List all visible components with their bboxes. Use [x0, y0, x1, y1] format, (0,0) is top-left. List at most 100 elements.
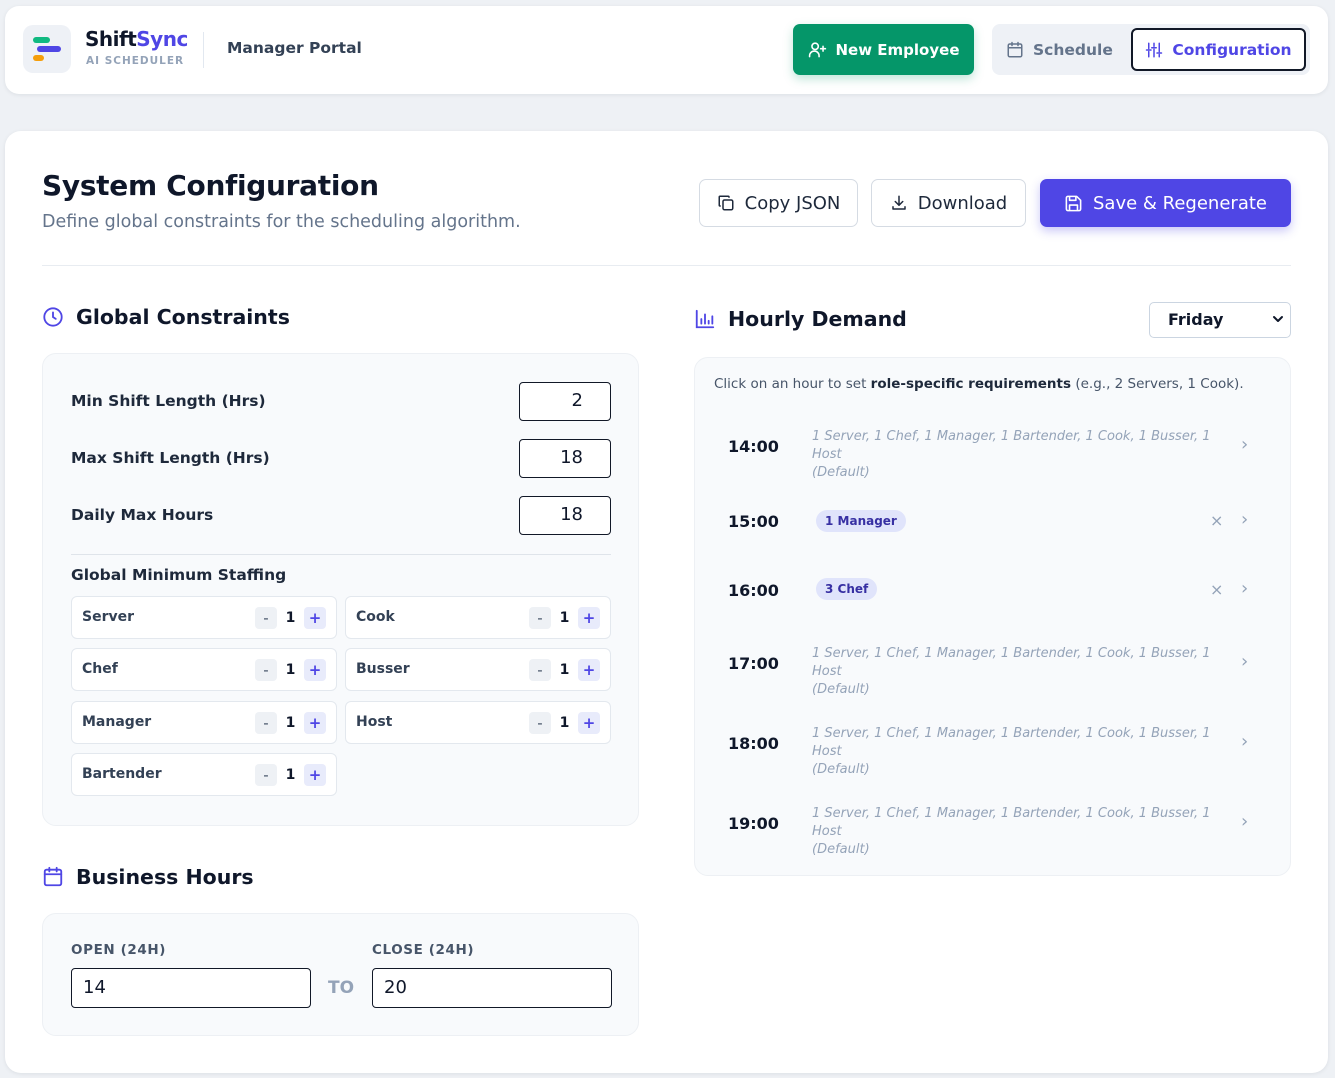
increment-button[interactable]: +: [578, 659, 600, 681]
increment-button[interactable]: +: [304, 712, 326, 734]
save-icon: [1065, 195, 1082, 211]
global-constraints-panel: Min Shift Length (Hrs) 2 Max Shift Lengt…: [42, 353, 639, 826]
global-constraints-title: Global Constraints: [76, 305, 290, 329]
tab-schedule[interactable]: Schedule: [1006, 24, 1113, 75]
role-name: Bartender: [82, 766, 162, 782]
daily-max-label: Daily Max Hours: [71, 506, 214, 524]
to-label: TO: [328, 978, 355, 998]
staffing-card-host: Host - 1 +: [345, 701, 611, 744]
demand-row-14[interactable]: 14:00 1 Server, 1 Chef, 1 Manager, 1 Bar…: [695, 428, 1291, 480]
hour-time: 18:00: [728, 734, 779, 753]
decrement-button[interactable]: -: [255, 607, 277, 629]
default-requirements: 1 Server, 1 Chef, 1 Manager, 1 Bartender…: [812, 429, 1211, 480]
close-icon[interactable]: ×: [1210, 511, 1223, 530]
business-hours-heading: Business Hours: [42, 865, 254, 889]
close-hour-input[interactable]: 20: [372, 968, 612, 1008]
configuration-card: System Configuration Define global const…: [5, 131, 1328, 1073]
staffing-divider: [71, 554, 611, 555]
logo: [23, 25, 71, 73]
download-button[interactable]: Download: [871, 179, 1026, 227]
role-count: 1: [285, 715, 296, 731]
open-hour-input[interactable]: 14: [71, 968, 311, 1008]
copy-json-button[interactable]: Copy JSON: [699, 179, 858, 227]
role-stepper: - 1 +: [529, 712, 600, 734]
role-count: 1: [285, 767, 296, 783]
day-select[interactable]: Friday: [1149, 302, 1291, 338]
calendar-icon: [1007, 41, 1023, 57]
app-header: ShiftSync AI SCHEDULER Manager Portal Ne…: [5, 6, 1328, 94]
view-switcher: Schedule Configuration: [992, 24, 1310, 75]
new-employee-button[interactable]: New Employee: [793, 24, 974, 75]
hour-time: 19:00: [728, 814, 779, 833]
copy-icon: [718, 195, 734, 211]
decrement-button[interactable]: -: [255, 712, 277, 734]
min-shift-label: Min Shift Length (Hrs): [71, 392, 266, 410]
header-divider-line: [42, 265, 1291, 266]
chevron-right-icon: ›: [1241, 811, 1249, 832]
save-regenerate-button[interactable]: Save & Regenerate: [1040, 179, 1291, 227]
chevron-right-icon: ›: [1241, 578, 1249, 599]
staffing-heading: Global Minimum Staffing: [71, 566, 287, 584]
demand-row-16[interactable]: 16:00 3 Chef × ›: [695, 578, 1291, 608]
close-label: CLOSE (24H): [372, 942, 475, 958]
global-constraints-heading: Global Constraints: [42, 305, 290, 329]
max-shift-label: Max Shift Length (Hrs): [71, 449, 270, 467]
max-shift-input[interactable]: 18: [519, 439, 611, 478]
bar-chart-icon: [695, 309, 715, 329]
save-regenerate-label: Save & Regenerate: [1093, 192, 1267, 214]
decrement-button[interactable]: -: [255, 764, 277, 786]
decrement-button[interactable]: -: [255, 659, 277, 681]
increment-button[interactable]: +: [578, 607, 600, 629]
increment-button[interactable]: +: [304, 764, 326, 786]
hour-time: 15:00: [728, 512, 779, 531]
tab-configuration[interactable]: Configuration: [1131, 28, 1306, 71]
role-count: 1: [559, 715, 570, 731]
role-name: Host: [356, 714, 393, 730]
role-name: Server: [82, 609, 135, 625]
default-requirements: 1 Server, 1 Chef, 1 Manager, 1 Bartender…: [812, 806, 1211, 857]
chevron-down-icon: [1272, 303, 1284, 351]
role-name: Busser: [356, 661, 410, 677]
page-subtitle: Define global constraints for the schedu…: [42, 212, 521, 232]
demand-row-17[interactable]: 17:00 1 Server, 1 Chef, 1 Manager, 1 Bar…: [695, 645, 1291, 697]
new-employee-label: New Employee: [835, 40, 960, 59]
increment-button[interactable]: +: [304, 607, 326, 629]
tab-schedule-label: Schedule: [1033, 40, 1113, 59]
increment-button[interactable]: +: [304, 659, 326, 681]
decrement-button[interactable]: -: [529, 659, 551, 681]
role-stepper: - 1 +: [255, 712, 326, 734]
default-requirements: 1 Server, 1 Chef, 1 Manager, 1 Bartender…: [812, 646, 1211, 697]
open-label: OPEN (24H): [71, 942, 167, 958]
default-requirements: 1 Server, 1 Chef, 1 Manager, 1 Bartender…: [812, 726, 1211, 777]
min-shift-input[interactable]: 2: [519, 382, 611, 421]
chevron-right-icon: ›: [1241, 509, 1249, 530]
role-count: 1: [559, 610, 570, 626]
demand-row-19[interactable]: 19:00 1 Server, 1 Chef, 1 Manager, 1 Bar…: [695, 805, 1291, 857]
clock-icon: [43, 307, 63, 327]
hourly-demand-panel: Click on an hour to set role-specific re…: [694, 357, 1291, 876]
hour-time: 14:00: [728, 437, 779, 456]
download-icon: [892, 195, 906, 210]
decrement-button[interactable]: -: [529, 607, 551, 629]
demand-row-15[interactable]: 15:00 1 Manager × ›: [695, 509, 1291, 539]
role-count: 1: [285, 662, 296, 678]
chevron-right-icon: ›: [1241, 731, 1249, 752]
business-hours-panel: OPEN (24H) 14 TO CLOSE (24H) 20: [42, 913, 639, 1036]
role-count: 1: [559, 662, 570, 678]
tab-configuration-label: Configuration: [1172, 40, 1292, 59]
decrement-button[interactable]: -: [529, 712, 551, 734]
business-hours-title: Business Hours: [76, 865, 254, 889]
hour-time: 17:00: [728, 654, 779, 673]
role-name: Cook: [356, 609, 395, 625]
daily-max-input[interactable]: 18: [519, 496, 611, 535]
day-select-value: Friday: [1168, 310, 1224, 329]
role-stepper: - 1 +: [255, 607, 326, 629]
staffing-card-busser: Busser - 1 +: [345, 648, 611, 691]
close-icon[interactable]: ×: [1210, 580, 1223, 599]
demand-row-18[interactable]: 18:00 1 Server, 1 Chef, 1 Manager, 1 Bar…: [695, 725, 1291, 777]
staffing-card-bartender: Bartender - 1 +: [71, 753, 337, 796]
requirement-badge: 1 Manager: [816, 510, 906, 532]
staffing-card-cook: Cook - 1 +: [345, 596, 611, 639]
brand-tagline: AI SCHEDULER: [86, 55, 185, 67]
increment-button[interactable]: +: [578, 712, 600, 734]
